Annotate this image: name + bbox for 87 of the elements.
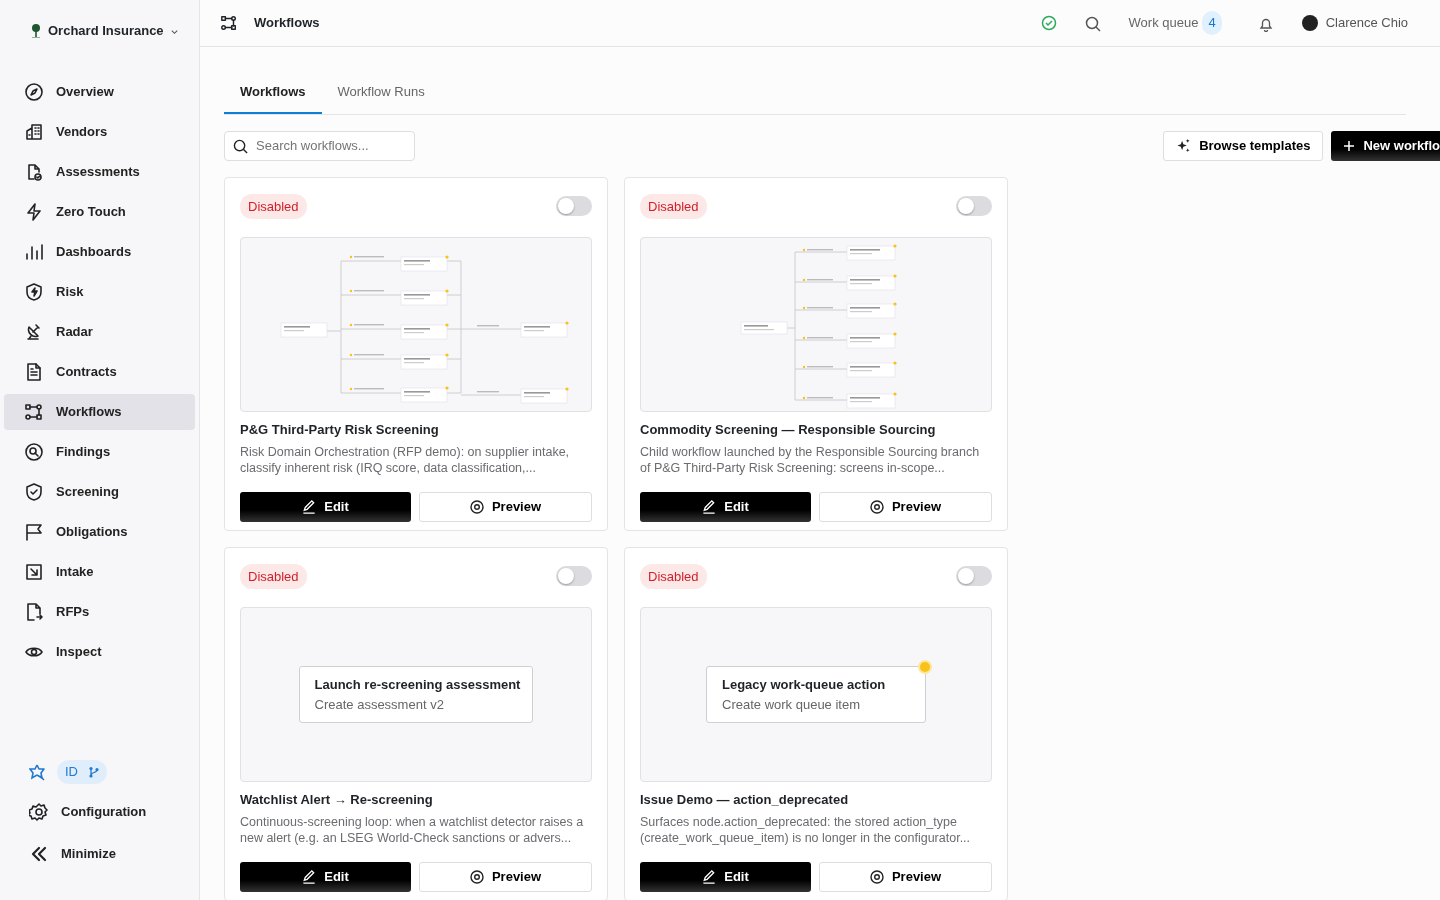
workflow-title: P&G Third-Party Risk Screening — [240, 421, 440, 439]
workflow-description: Risk Domain Orchestration (RFP demo): on supplier intake, classify inherent risk (IRQ score, data classification,... — [240, 443, 571, 476]
sidebar-item[interactable]: Obligations — [4, 514, 195, 550]
lightning-icon — [24, 202, 44, 222]
node-title: Legacy work-queue action — [722, 676, 887, 694]
sidebar-item[interactable]: Zero Touch — [4, 194, 195, 230]
sidebar-item[interactable]: Overview — [4, 74, 195, 110]
bar-chart-icon — [24, 242, 44, 262]
search-icon — [1084, 15, 1101, 32]
sidebar-item[interactable]: Assessments — [4, 154, 195, 190]
pencil-icon — [702, 499, 717, 514]
eye-icon — [469, 499, 484, 514]
sidebar-item[interactable]: Inspect — [4, 634, 195, 670]
status-badge: Disabled — [240, 563, 307, 589]
user-menu[interactable]: Clarence Chio — [1301, 13, 1408, 33]
preview-button[interactable]: Preview — [819, 491, 992, 522]
plus-icon — [1343, 139, 1356, 152]
flag-icon — [24, 522, 44, 542]
org-name[interactable]: Orchard Insurance — [48, 21, 164, 41]
branch-icon — [88, 766, 99, 778]
workflow-title: Issue Demo — action_deprecated — [640, 791, 850, 809]
sidebar-item[interactable]: Vendors — [4, 114, 195, 150]
tree-logo-icon — [30, 23, 42, 39]
settings-icon — [29, 802, 49, 822]
edit-button[interactable]: Edit — [640, 491, 811, 522]
toggle-switch[interactable] — [556, 566, 592, 587]
workflow-title: Watchlist Alert → Re-screening — [240, 791, 434, 809]
count-badge: 4 — [1202, 11, 1222, 35]
status-badge: Disabled — [640, 193, 707, 219]
search-icon — [233, 138, 248, 154]
work-queue-button[interactable]: Work queue 4 — [1128, 11, 1222, 35]
sidebar-item[interactable]: Intake — [4, 554, 195, 590]
sidebar-item[interactable]: Risk — [4, 274, 195, 310]
edit-button[interactable]: Edit — [240, 491, 411, 522]
node-subtitle: Create work queue item — [722, 695, 861, 714]
sidebar-footer-item[interactable]: Configuration — [4, 794, 195, 830]
sidebar-item[interactable]: Dashboards — [4, 234, 195, 270]
building-icon — [24, 122, 44, 142]
toggle-switch[interactable] — [556, 196, 592, 217]
sidebar-item[interactable]: Findings — [4, 434, 195, 470]
search-field[interactable]: Search workflows... — [224, 130, 415, 161]
eye-icon — [869, 869, 884, 884]
page-title: Workflows — [254, 14, 320, 33]
node-subtitle: Create assessment v2 — [314, 695, 445, 714]
sidebar-item[interactable]: Workflows — [4, 394, 195, 430]
edit-button[interactable]: Edit — [240, 861, 411, 892]
magnifier-icon — [24, 442, 44, 462]
preview-button[interactable]: Preview — [419, 491, 592, 522]
status-badge: Disabled — [240, 193, 307, 219]
sparkle-star-icon — [29, 763, 47, 781]
double-chevron-icon — [29, 844, 49, 864]
eye-icon — [869, 499, 884, 514]
sidebar-item[interactable]: Contracts — [4, 354, 195, 390]
workflow-icon — [220, 14, 238, 32]
status-badge: Disabled — [640, 563, 707, 589]
document-icon — [24, 362, 44, 382]
tab[interactable]: Workflows — [224, 71, 322, 114]
preview-button[interactable]: Preview — [819, 861, 992, 892]
workflow-description: Continuous-screening loop: when a watchlist detector raises a new alert (e.g. an LSEG World-Check sanctions or advers... — [240, 813, 585, 846]
pencil-icon — [702, 869, 717, 884]
workflow-title: Commodity Screening — Responsible Sourcing — [640, 421, 937, 439]
new-workflow-button[interactable]: New workflo — [1331, 130, 1440, 161]
sidebar-footer-item[interactable]: Minimize — [4, 836, 195, 872]
pencil-icon — [302, 869, 317, 884]
compass-icon — [24, 82, 44, 102]
status-check-icon — [1040, 15, 1057, 31]
eye-icon — [469, 869, 484, 884]
toggle-switch[interactable] — [956, 196, 992, 217]
sidebar-item[interactable]: Radar — [4, 314, 195, 350]
sidebar-item[interactable]: RFPs — [4, 594, 195, 630]
edit-button[interactable]: Edit — [640, 861, 811, 892]
workflow-icon — [24, 402, 44, 422]
pencil-icon — [302, 499, 317, 514]
sidebar-item[interactable]: Screening — [4, 474, 195, 510]
preview-button[interactable]: Preview — [419, 861, 592, 892]
avatar — [1301, 15, 1318, 31]
browse-templates-button[interactable]: Browse templates — [1163, 130, 1324, 161]
workflow-description: Child workflow launched by the Responsible Sourcing branch of P&G Third-Party Risk Screening: screens in-scope... — [640, 443, 981, 476]
node-title: Launch re-screening assessment — [314, 676, 521, 694]
toggle-switch[interactable] — [956, 566, 992, 587]
sparkles-icon — [1176, 138, 1192, 153]
tab[interactable]: Workflow Runs — [321, 71, 441, 114]
shield-check-icon — [24, 482, 44, 502]
shield-icon — [24, 282, 44, 302]
document-arrow-icon — [24, 602, 44, 622]
workflow-description: Surfaces node.action_deprecated: the stored action_type (create_work_queue_item) is no longer in the configurator... — [640, 813, 972, 846]
environment-badge: ID — [57, 760, 107, 784]
